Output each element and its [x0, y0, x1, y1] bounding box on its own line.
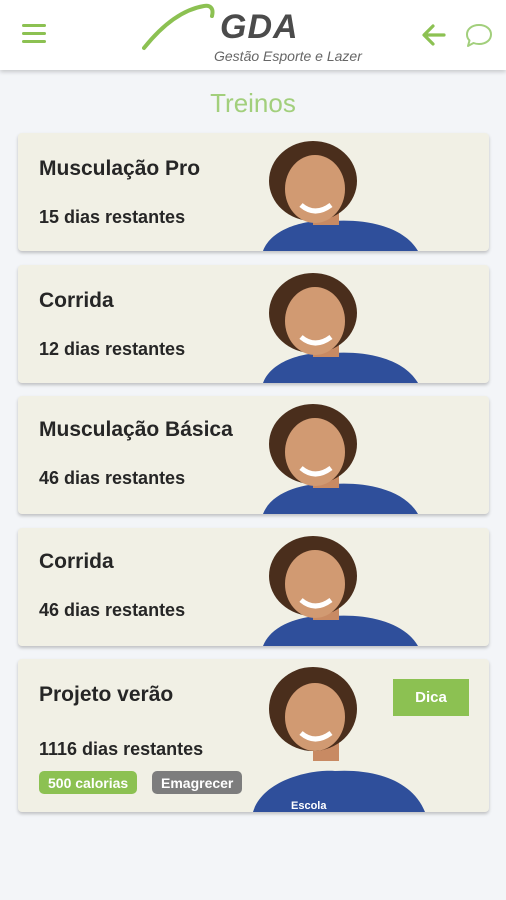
- hamburger-menu-icon[interactable]: [22, 24, 48, 46]
- chat-bubble-icon[interactable]: [465, 22, 493, 48]
- logo-swoosh: [142, 3, 215, 50]
- logo-name: GDA: [220, 8, 299, 46]
- arrow-left-icon[interactable]: [420, 22, 448, 48]
- training-card[interactable]: Corrida 12 dias restantes: [18, 265, 489, 383]
- card-title: Corrida: [39, 289, 114, 312]
- days-remaining: 12 dias restantes: [39, 339, 186, 359]
- card-title: Musculação Pro: [39, 157, 201, 180]
- gda-logo: GDA Gestão Esporte e Lazer: [142, 2, 372, 68]
- training-card[interactable]: Corrida 46 dias restantes: [18, 528, 489, 646]
- training-card[interactable]: Musculação Pro 15 dias restantes: [18, 133, 489, 251]
- tip-button[interactable]: Dica: [393, 679, 469, 716]
- shirt-text: Escola: [291, 800, 327, 812]
- page-title: Treinos: [210, 88, 296, 118]
- goal-badge: Emagrecer: [152, 771, 243, 794]
- card-title: Corrida: [39, 550, 114, 573]
- training-card[interactable]: Musculação Básica 46 dias restantes: [18, 396, 489, 514]
- athlete-photo: [263, 536, 418, 646]
- top-app-bar: GDA Gestão Esporte e Lazer: [0, 0, 506, 70]
- days-remaining: 15 dias restantes: [39, 207, 186, 227]
- card-title: Musculação Básica: [39, 418, 233, 441]
- days-remaining: 1116 dias restantes: [39, 739, 204, 759]
- days-remaining: 46 dias restantes: [39, 600, 186, 620]
- card-title: Projeto verão: [39, 683, 174, 706]
- calories-badge: 500 calorias: [39, 771, 138, 794]
- athlete-photo: [263, 141, 418, 251]
- logo-tagline: Gestão Esporte e Lazer: [214, 48, 362, 64]
- athlete-photo: [263, 273, 418, 383]
- athlete-photo: [263, 404, 418, 514]
- days-remaining: 46 dias restantes: [39, 468, 186, 488]
- training-card[interactable]: Escola Projeto verão Dica 1116 dias rest…: [18, 659, 489, 812]
